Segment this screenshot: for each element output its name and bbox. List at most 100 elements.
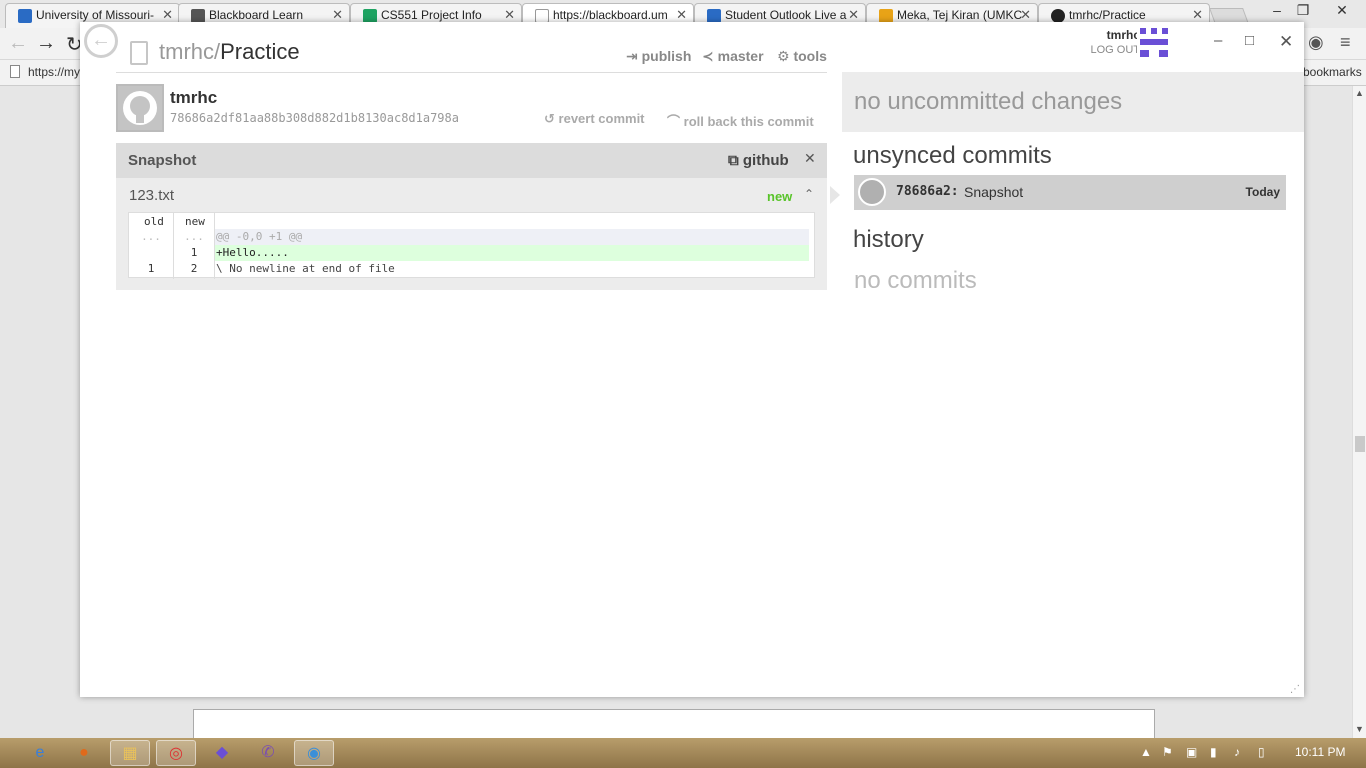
rollback-label: roll back this commit	[683, 114, 814, 129]
old-line-number: ...	[141, 230, 161, 243]
repo-name: Practice	[220, 39, 300, 64]
page-icon	[535, 9, 549, 23]
diff-header-new: new	[185, 215, 205, 228]
page-scrollbar[interactable]: ▲ ▼	[1352, 86, 1366, 738]
diff-added-line: +Hello.....	[215, 245, 809, 261]
old-line-number: 1	[147, 262, 155, 275]
resize-grip-icon[interactable]: ⋰	[1290, 684, 1300, 695]
tools-button[interactable]: ⚙ tools	[777, 48, 827, 65]
collapse-all-icon[interactable]: ✕	[804, 150, 816, 167]
tab-label: tmrhc/Practice	[1069, 8, 1146, 22]
background-page-sheet	[193, 709, 1155, 741]
tab-favicon	[18, 9, 32, 23]
back-arrow-icon[interactable]: ←	[8, 32, 28, 55]
new-line-number: 2	[190, 262, 198, 275]
commit-date: Today	[1245, 185, 1280, 199]
rollback-commit-button[interactable]: ⌒ roll back this commit	[667, 111, 814, 130]
history-empty: no commits	[854, 267, 977, 294]
close-icon[interactable]: ✕	[1192, 7, 1203, 23]
uncommitted-panel[interactable]: no uncommitted changes	[842, 72, 1304, 132]
page-icon	[10, 65, 20, 78]
chevron-up-icon[interactable]: ⌃	[804, 187, 814, 201]
commit-author-avatar	[116, 84, 164, 132]
flag-icon[interactable]: ⚑	[1162, 745, 1173, 759]
menu-icon[interactable]: ≡	[1340, 32, 1351, 53]
close-icon[interactable]: ✕	[332, 7, 343, 23]
commit-sha: 78686a2df81aa88b308d882d1b8130ac8d1a798a	[170, 111, 459, 125]
volume-icon[interactable]: ♪	[1234, 745, 1240, 759]
commit-message: Snapshot	[964, 184, 1024, 200]
clock[interactable]: 10:11 PM	[1295, 745, 1345, 759]
username: tmrhc	[1106, 28, 1140, 42]
scroll-up-icon[interactable]: ▲	[1355, 88, 1364, 98]
show-hidden-icons[interactable]: ▲	[1140, 745, 1152, 759]
tab-favicon	[707, 9, 721, 23]
publish-label: publish	[641, 48, 692, 64]
avatar-pixel	[1162, 28, 1168, 34]
network-icon[interactable]: ▣	[1186, 745, 1197, 759]
revert-commit-button[interactable]: ↺ revert commit	[544, 111, 645, 127]
signal-icon[interactable]: ▮	[1210, 745, 1217, 759]
close-icon[interactable]: ✕	[162, 7, 173, 23]
tab-label: University of Missouri-	[36, 8, 155, 22]
app-minimize-icon[interactable]: –	[1214, 32, 1222, 49]
avatar-pixel	[1140, 50, 1149, 57]
forward-arrow-icon[interactable]: →	[36, 32, 56, 55]
back-circle-icon[interactable]: ←	[84, 24, 118, 58]
diff-table: old new @@ -0,0 +1 @@ ... ... +Hello....…	[128, 212, 815, 279]
app-close-icon[interactable]: ✕	[1279, 32, 1293, 52]
revert-icon: ↺	[544, 111, 555, 126]
app-maximize-icon[interactable]: □	[1245, 32, 1254, 49]
file-explorer-icon[interactable]: ▦	[110, 740, 150, 766]
close-icon[interactable]: ✕	[504, 7, 515, 23]
avatar-pixel	[1151, 28, 1157, 34]
diff-hunk-line: @@ -0,0 +1 @@	[215, 229, 809, 245]
address-url[interactable]: https://my	[28, 65, 80, 79]
chrome-icon[interactable]: ◎	[156, 740, 196, 766]
branch-icon: ≺	[702, 48, 714, 64]
new-line-number: 1	[190, 246, 198, 259]
user-avatar[interactable]	[1137, 25, 1171, 59]
tab-favicon	[363, 9, 377, 23]
close-icon[interactable]: ✕	[1020, 7, 1031, 23]
publish-button[interactable]: ⇥ publish	[626, 48, 691, 65]
avatar-pixel	[1140, 28, 1146, 34]
battery-icon[interactable]: ▯	[1258, 745, 1265, 759]
unsynced-commit-row[interactable]: 78686a2: Snapshot Today	[854, 175, 1286, 210]
external-link-icon: ⧉	[728, 152, 739, 169]
tab-label: Blackboard Learn	[209, 8, 304, 22]
rollback-icon: ⌒	[667, 114, 681, 129]
restore-icon[interactable]: ❐	[1290, 0, 1316, 22]
publish-icon: ⇥	[626, 48, 638, 64]
visual-studio-icon[interactable]: ◆	[202, 740, 242, 766]
logout-link[interactable]: LOG OUT	[1055, 44, 1140, 56]
bookmarks-label[interactable]: bookmarks	[1303, 65, 1362, 79]
close-icon[interactable]: ✕	[848, 7, 859, 23]
scroll-down-icon[interactable]: ▼	[1355, 724, 1364, 734]
gear-icon: ⚙	[777, 48, 790, 64]
revert-label: revert commit	[558, 111, 645, 126]
avatar-pixel	[1159, 50, 1168, 57]
tab-favicon	[879, 9, 893, 23]
header-divider	[116, 72, 827, 73]
scroll-thumb[interactable]	[1355, 436, 1365, 452]
avatar-pixel	[1140, 39, 1168, 45]
close-window-icon[interactable]: ✕	[1322, 0, 1362, 22]
repo-title: tmrhc/Practice	[159, 39, 300, 65]
taskbar: e ● ▦ ◎ ◆ ✆ ◉ ▲ ⚑ ▣ ▮ ♪ ▯ 10:11 PM	[0, 738, 1366, 768]
minimize-icon[interactable]: –	[1264, 0, 1290, 22]
github-app-icon[interactable]: ◉	[294, 740, 334, 766]
tab-label: CS551 Project Info	[381, 8, 482, 22]
close-icon[interactable]: ✕	[676, 7, 687, 23]
branch-button[interactable]: ≺ master	[702, 48, 764, 65]
commit-author: tmrhc	[170, 88, 218, 107]
firefox-icon[interactable]: ●	[64, 740, 104, 766]
repo-owner: tmrhc/	[159, 39, 221, 64]
viber-icon[interactable]: ✆	[248, 740, 288, 766]
commit-detail-panel: Snapshot ⧉ github ✕ 123.txt new ⌃ old ne…	[116, 143, 827, 290]
extension-icon[interactable]: ◉	[1308, 32, 1324, 53]
commit-short-sha: 78686a2:	[896, 184, 959, 199]
branch-label: master	[717, 48, 764, 64]
view-on-github-button[interactable]: ⧉ github	[728, 152, 789, 169]
internet-explorer-icon[interactable]: e	[20, 740, 60, 766]
